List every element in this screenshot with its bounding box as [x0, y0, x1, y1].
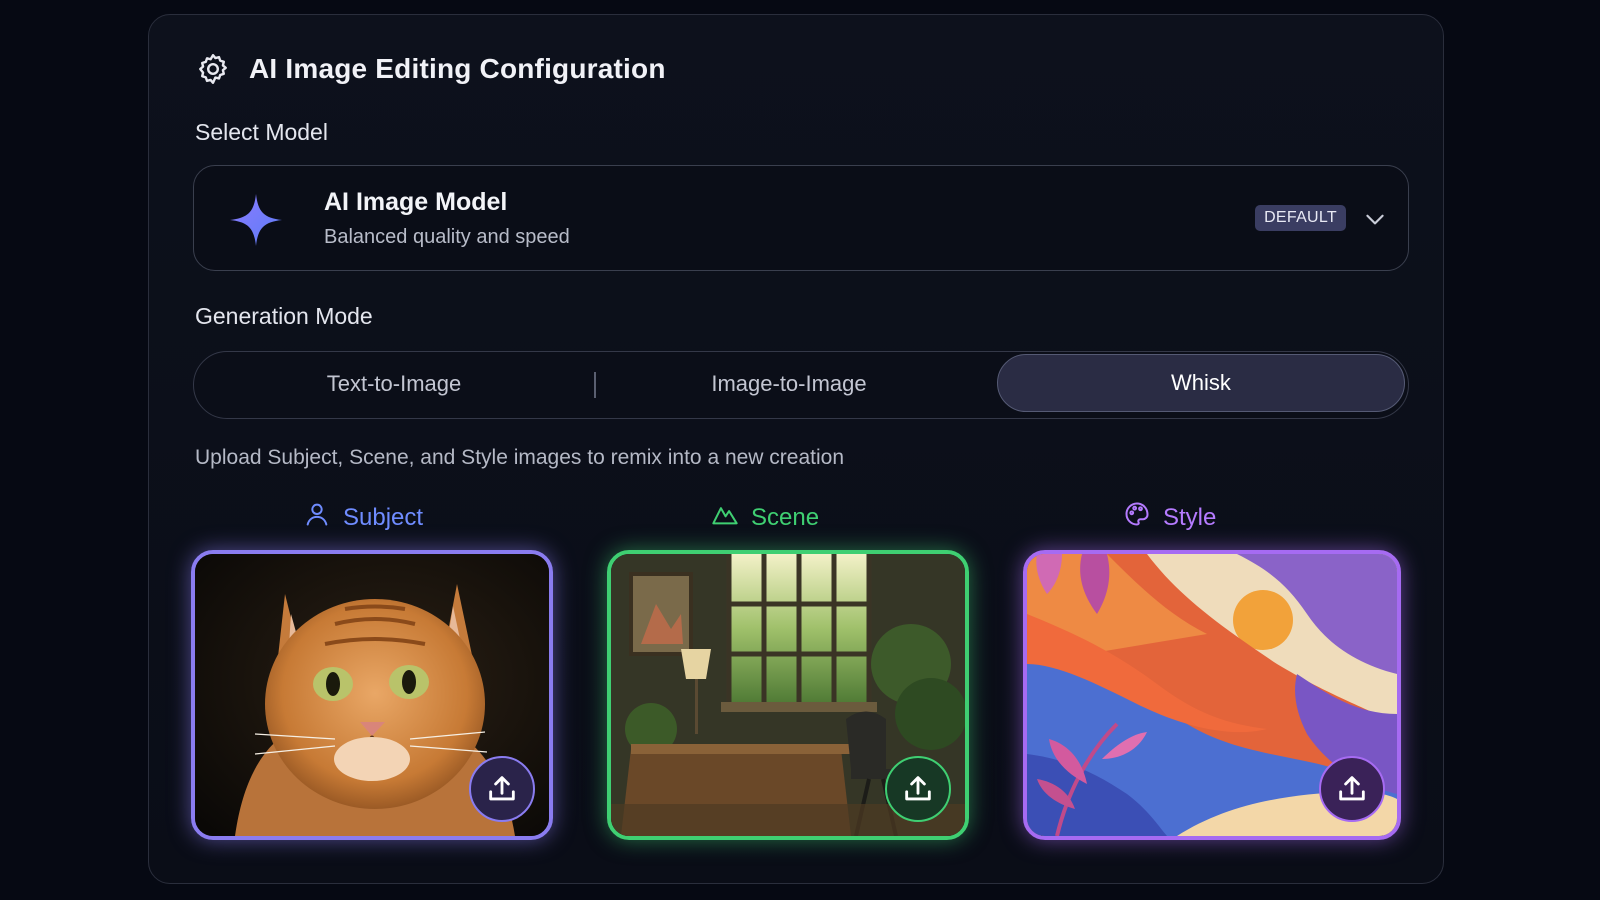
config-panel: AI Image Editing Configuration Select Mo… — [148, 14, 1444, 884]
style-label-text: Style — [1163, 503, 1217, 531]
generation-mode-segmented-control: Text-to-Image Image-to-Image Whisk — [193, 351, 1409, 419]
page-title: AI Image Editing Configuration — [249, 53, 666, 84]
gear-icon — [195, 51, 231, 87]
tab-image-to-image[interactable]: Image-to-Image — [594, 352, 984, 416]
scene-label-text: Scene — [751, 503, 820, 531]
model-description: Balanced quality and speed — [324, 226, 570, 248]
mountain-icon — [711, 500, 739, 535]
chevron-down-icon[interactable] — [1362, 206, 1388, 232]
tab-text-to-image[interactable]: Text-to-Image — [194, 352, 594, 416]
scene-label: Scene — [711, 500, 819, 535]
person-icon — [303, 500, 331, 535]
model-name: AI Image Model — [324, 188, 508, 216]
scene-upload-button[interactable] — [885, 756, 951, 822]
helper-text: Upload Subject, Scene, and Style images … — [195, 446, 845, 469]
default-badge: DEFAULT — [1255, 205, 1346, 231]
upload-icon — [489, 776, 515, 801]
model-dropdown[interactable]: AI Image Model Balanced quality and spee… — [193, 165, 1409, 271]
subject-upload-button[interactable] — [469, 756, 535, 822]
subject-label: Subject — [303, 500, 423, 535]
upload-icon — [905, 776, 931, 801]
palette-icon — [1123, 500, 1151, 535]
scene-image-slot[interactable] — [607, 550, 969, 840]
subject-image-slot[interactable] — [191, 550, 553, 840]
select-model-label: Select Model — [195, 119, 328, 145]
style-label: Style — [1123, 500, 1216, 535]
sparkle-icon — [228, 192, 284, 248]
style-image-slot[interactable] — [1023, 550, 1401, 840]
panel-header: AI Image Editing Configuration — [195, 51, 666, 87]
style-upload-button[interactable] — [1319, 756, 1385, 822]
subject-label-text: Subject — [343, 503, 424, 531]
tab-whisk[interactable]: Whisk — [997, 354, 1405, 412]
generation-mode-label: Generation Mode — [195, 303, 373, 329]
upload-icon — [1339, 776, 1365, 801]
